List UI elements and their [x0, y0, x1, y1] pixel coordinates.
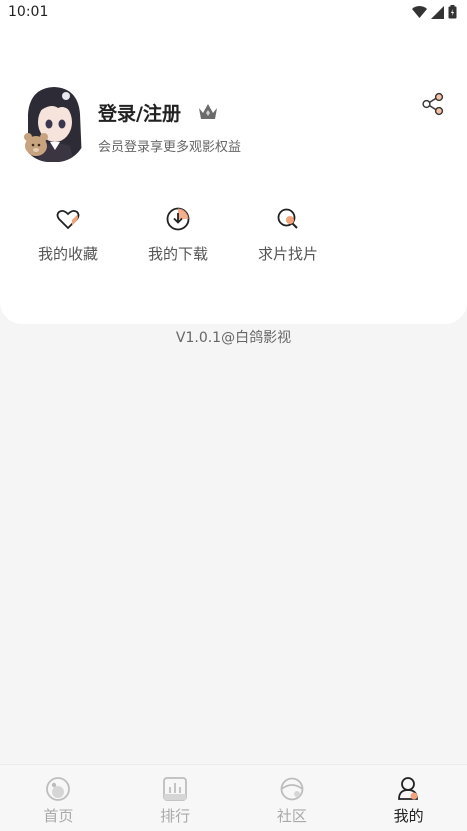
- tab-community[interactable]: 社区: [234, 765, 351, 831]
- bottom-tab-bar: 首页 排行 社区 我的: [0, 764, 467, 831]
- crown-icon: [199, 104, 217, 119]
- profile-icon: [397, 777, 418, 800]
- favorites-label: 我的收藏: [37, 245, 98, 263]
- favorites-button[interactable]: 我的收藏: [28, 206, 108, 264]
- wifi-icon: [412, 5, 427, 18]
- member-benefit-text: 会员登录享更多观影权益: [98, 140, 242, 155]
- tab-home-label: 首页: [43, 807, 74, 825]
- tab-ranking[interactable]: 排行: [117, 765, 234, 831]
- tab-home[interactable]: 首页: [0, 765, 117, 831]
- request-movie-button[interactable]: 求片找片: [248, 206, 328, 264]
- status-icons: [412, 5, 457, 19]
- home-icon: [46, 777, 71, 801]
- share-icon[interactable]: [421, 92, 445, 116]
- tab-profile-label: 我的: [393, 807, 424, 825]
- tab-community-label: 社区: [276, 807, 307, 825]
- download-icon: [166, 207, 190, 231]
- battery-icon: [448, 5, 457, 19]
- signal-icon: [431, 5, 444, 19]
- avatar[interactable]: [20, 84, 86, 162]
- app-version: V1.0.1@白鸽影视: [175, 330, 292, 346]
- status-bar: 10:01: [0, 0, 467, 26]
- request-movie-label: 求片找片: [257, 245, 318, 263]
- heart-icon: [56, 209, 80, 230]
- community-icon: [280, 777, 304, 801]
- tab-ranking-label: 排行: [160, 807, 191, 825]
- profile-card: [0, 0, 467, 324]
- downloads-label: 我的下载: [147, 245, 208, 263]
- login-register-link[interactable]: 登录/注册: [98, 99, 181, 126]
- downloads-button[interactable]: 我的下载: [138, 206, 218, 264]
- search-icon: [277, 208, 298, 229]
- status-time: 10:01: [8, 4, 49, 20]
- tab-profile[interactable]: 我的: [350, 765, 467, 831]
- ranking-icon: [163, 777, 188, 801]
